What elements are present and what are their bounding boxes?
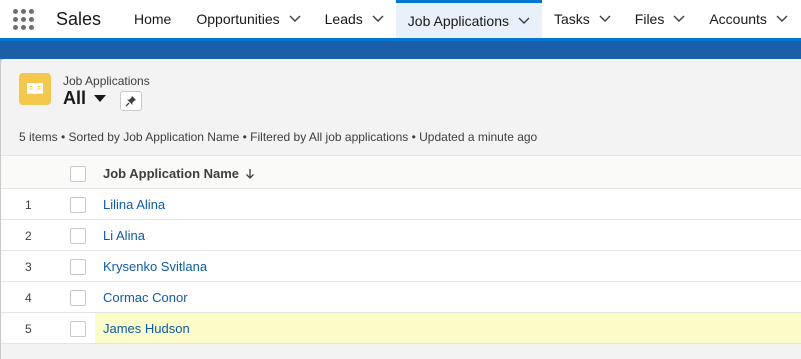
- record-link[interactable]: Li Alina: [103, 228, 145, 243]
- row-number: 1: [25, 198, 32, 212]
- nav-tab-label: Opportunities: [196, 11, 280, 27]
- record-link[interactable]: Krysenko Svitlana: [103, 259, 207, 274]
- row-number: 2: [25, 229, 32, 243]
- row-number: 3: [25, 260, 32, 274]
- book-icon: [19, 73, 51, 105]
- row-checkbox[interactable]: [70, 321, 86, 337]
- highlighted-cell: [95, 313, 801, 343]
- nav-tab-opportunities[interactable]: Opportunities: [184, 0, 312, 38]
- table-row: 1 Lilina Alina: [1, 189, 801, 220]
- nav-tab-job-applications[interactable]: Job Applications: [395, 0, 542, 38]
- record-link[interactable]: Cormac Conor: [103, 290, 188, 305]
- nav-tab-label: Leads: [324, 11, 363, 27]
- table-row: 5 James Hudson: [1, 313, 801, 344]
- row-checkbox[interactable]: [70, 259, 86, 275]
- page-header-band: [0, 41, 801, 59]
- nav-tab-tasks[interactable]: Tasks: [542, 0, 623, 38]
- select-all-checkbox[interactable]: [70, 166, 86, 182]
- table-row: 3 Krysenko Svitlana: [1, 251, 801, 282]
- app-name: Sales: [56, 8, 102, 29]
- table-header: Job Application Name: [1, 155, 801, 189]
- list-view-card: Job Applications All 5 items • Sorted by…: [0, 59, 801, 359]
- pin-icon: [125, 96, 136, 107]
- pin-list-view-button[interactable]: [120, 91, 142, 111]
- nav-tab-home[interactable]: Home: [124, 0, 184, 38]
- global-navigation: Sales Home Opportunities Leads Job Appli…: [0, 0, 801, 41]
- nav-tab-accounts[interactable]: Accounts: [697, 0, 800, 38]
- chevron-down-icon[interactable]: [673, 15, 685, 23]
- nav-tab-label: Files: [634, 11, 665, 27]
- caret-down-icon[interactable]: [94, 95, 107, 102]
- nav-tab-files[interactable]: Files: [623, 0, 698, 38]
- app-launcher-icon[interactable]: [0, 0, 46, 38]
- list-view-status: 5 items • Sorted by Job Application Name…: [19, 130, 538, 144]
- row-number: 4: [25, 291, 32, 305]
- list-view-name: All: [63, 88, 87, 108]
- chevron-down-icon[interactable]: [599, 15, 611, 23]
- chevron-down-icon[interactable]: [518, 17, 530, 25]
- column-header-name[interactable]: Job Application Name: [103, 166, 255, 181]
- nav-tab-label: Tasks: [553, 11, 590, 27]
- chevron-down-icon[interactable]: [372, 15, 384, 23]
- nav-tab-label: Accounts: [709, 11, 767, 27]
- chevron-down-icon[interactable]: [776, 15, 788, 23]
- table-row: 2 Li Alina: [1, 220, 801, 251]
- nav-tab-label: Home: [134, 11, 172, 27]
- object-name: Job Applications: [63, 74, 150, 88]
- column-header-label: Job Application Name: [103, 166, 240, 181]
- row-number: 5: [25, 322, 32, 336]
- record-link[interactable]: Lilina Alina: [103, 197, 165, 212]
- row-checkbox[interactable]: [70, 228, 86, 244]
- list-table: Job Application Name 1 Lilina Alina 2 Li…: [1, 155, 801, 344]
- row-checkbox[interactable]: [70, 290, 86, 306]
- arrow-down-icon: [245, 168, 255, 180]
- list-view-picker[interactable]: All: [63, 88, 107, 109]
- chevron-down-icon[interactable]: [289, 15, 301, 23]
- row-checkbox[interactable]: [70, 197, 86, 213]
- table-row: 4 Cormac Conor: [1, 282, 801, 313]
- nav-tab-label: Job Applications: [407, 12, 509, 29]
- nav-tab-leads[interactable]: Leads: [313, 0, 396, 38]
- record-link[interactable]: James Hudson: [103, 321, 190, 336]
